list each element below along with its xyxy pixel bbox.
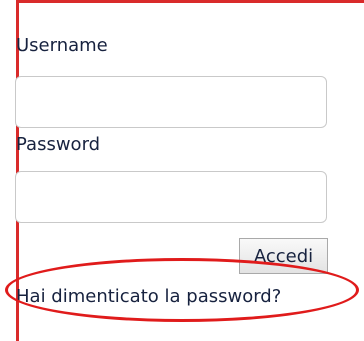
password-input[interactable]: [15, 171, 327, 223]
username-label: Username: [16, 35, 108, 56]
login-button[interactable]: Accedi: [239, 238, 328, 274]
password-label: Password: [16, 134, 101, 155]
forgot-password-link[interactable]: Hai dimenticato la password?: [16, 286, 281, 307]
username-input[interactable]: [15, 76, 327, 128]
